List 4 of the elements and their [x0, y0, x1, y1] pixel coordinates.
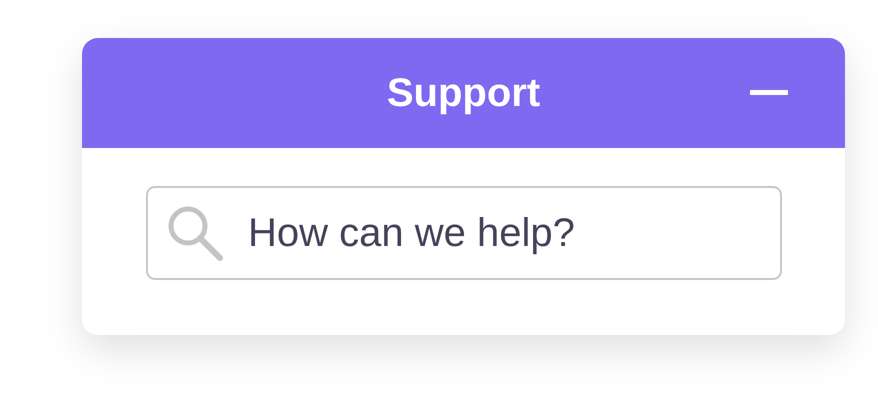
search-icon	[166, 204, 224, 262]
panel-title: Support	[386, 70, 540, 116]
search-field[interactable]: How can we help?	[146, 186, 782, 280]
minus-icon	[750, 90, 788, 94]
